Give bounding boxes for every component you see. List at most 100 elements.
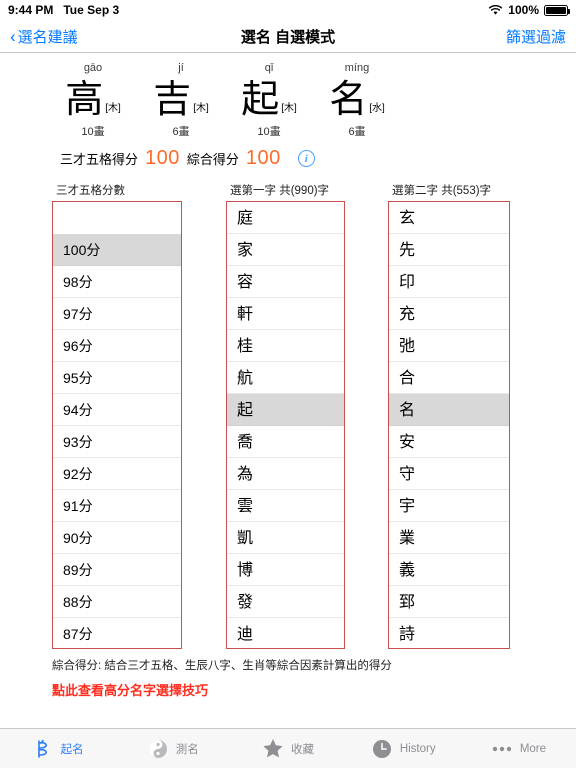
- name-character: 吉: [153, 77, 192, 121]
- picker-option[interactable]: 凱: [227, 522, 344, 554]
- overall-score-label: 綜合得分: [186, 152, 239, 167]
- overall-score-value: 100: [245, 147, 281, 169]
- picker-option[interactable]: 名: [389, 394, 509, 426]
- picker-option[interactable]: 91分: [53, 490, 181, 522]
- picker-option[interactable]: 95分: [53, 362, 181, 394]
- score-description: 綜合得分: 結合三才五格、生辰八字、生肖等綜合因素計算出的得分: [52, 660, 392, 672]
- picker-option[interactable]: 詩: [389, 618, 509, 648]
- back-button[interactable]: ‹ 選名建議: [10, 26, 78, 47]
- second-char-picker-column: 選第二字 共(553)字 玄先印充弛合名安守宇業義郅詩: [388, 182, 510, 649]
- name-character: 名: [329, 77, 368, 121]
- picker-option[interactable]: 印: [389, 266, 509, 298]
- picker-option[interactable]: 89分: [53, 554, 181, 586]
- picker-option[interactable]: 100分: [53, 234, 181, 266]
- picker-option[interactable]: 97分: [53, 298, 181, 330]
- app-screen: 9:44 PM Tue Sep 3 100% ‹ 選名建議 選名 自選模式 篩選…: [0, 0, 576, 768]
- picker-option[interactable]: 郅: [389, 586, 509, 618]
- first-char-picker-list[interactable]: 庭家容軒桂航起喬為雲凱博發迪: [226, 201, 345, 649]
- tab-label: More: [519, 742, 547, 755]
- picker-option[interactable]: 庭: [227, 202, 344, 234]
- first-char-picker-header: 選第一字 共(990)字: [230, 185, 330, 197]
- pinyin-label: jí: [178, 62, 184, 74]
- picker-option[interactable]: 88分: [53, 586, 181, 618]
- picker-option[interactable]: 容: [227, 266, 344, 298]
- element-label: [木]: [281, 103, 297, 114]
- filter-button[interactable]: 篩選過濾: [506, 26, 566, 47]
- picker-option[interactable]: 宇: [389, 490, 509, 522]
- picker-option[interactable]: 博: [227, 554, 344, 586]
- picker-option[interactable]: 守: [389, 458, 509, 490]
- picker-columns: 三才五格分數 100分 98分 97分 96分 95分 94分 93分 92分 91分 90分 89…: [0, 170, 576, 649]
- picker-option[interactable]: 雲: [227, 490, 344, 522]
- name-character-cell[interactable]: míng 名 [水] 6畫: [320, 61, 394, 139]
- status-date: Tue Sep 3: [63, 3, 120, 17]
- back-button-label: 選名建議: [17, 28, 78, 46]
- picker-option[interactable]: 94分: [53, 394, 181, 426]
- pinyin-label: qǐ: [264, 62, 274, 74]
- picker-option-blank: [53, 202, 181, 234]
- name-character-cell[interactable]: qǐ 起 [木] 10畫: [232, 61, 306, 139]
- picker-option[interactable]: 為: [227, 458, 344, 490]
- picker-option[interactable]: 航: [227, 362, 344, 394]
- tab-label: 測名: [175, 743, 199, 756]
- tab-analysis[interactable]: 測名: [115, 729, 230, 768]
- status-bar: 9:44 PM Tue Sep 3 100%: [0, 0, 576, 20]
- status-bar-left: 9:44 PM Tue Sep 3: [8, 3, 119, 17]
- picker-option[interactable]: 起: [227, 394, 344, 426]
- picker-option[interactable]: 義: [389, 554, 509, 586]
- second-char-picker-header: 選第二字 共(553)字: [392, 185, 492, 197]
- tips-link[interactable]: 點此查看高分名字選擇技巧: [52, 680, 208, 699]
- score-picker-list[interactable]: 100分 98分 97分 96分 95分 94分 93分 92分 91分 90分 89分 88分 87分: [52, 201, 182, 649]
- stroke-count-label: 10畫: [81, 126, 105, 138]
- name-character-cell[interactable]: gāo 高 [木] 10畫: [56, 61, 130, 139]
- element-label: [水]: [369, 103, 385, 114]
- stroke-count-label: 6畫: [348, 126, 366, 138]
- tab-label: 收藏: [291, 743, 314, 756]
- first-char-picker-column: 選第一字 共(990)字 庭家容軒桂航起喬為雲凱博發迪: [226, 182, 345, 649]
- score-row: 三才五格得分 100 綜合得分 100 i: [0, 139, 576, 170]
- navigation-bar: ‹ 選名建議 選名 自選模式 篩選過濾: [0, 20, 576, 53]
- battery-icon: [544, 4, 570, 16]
- picker-option[interactable]: 弛: [389, 330, 509, 362]
- tab-naming[interactable]: 起名: [0, 729, 115, 768]
- picker-option[interactable]: 安: [389, 426, 509, 458]
- picker-option[interactable]: 92分: [53, 458, 181, 490]
- picker-option[interactable]: 98分: [53, 266, 181, 298]
- page-title: 選名 自選模式: [240, 28, 336, 46]
- stroke-count-label: 10畫: [257, 126, 281, 138]
- picker-option[interactable]: 玄: [389, 202, 509, 234]
- picker-option[interactable]: 迪: [227, 618, 344, 648]
- picker-option[interactable]: 充: [389, 298, 509, 330]
- tab-label: History: [399, 742, 436, 755]
- picker-option[interactable]: 96分: [53, 330, 181, 362]
- name-character-cell[interactable]: jí 吉 [木] 6畫: [144, 61, 218, 139]
- second-char-picker-list[interactable]: 玄先印充弛合名安守宇業義郅詩: [388, 201, 510, 649]
- naming-icon: [32, 738, 54, 760]
- battery-percent: 100%: [508, 3, 539, 17]
- status-time: 9:44 PM: [8, 3, 54, 17]
- score-picker-column: 三才五格分數 100分 98分 97分 96分 95分 94分 93分 92分 91分 90分 89…: [52, 182, 182, 649]
- picker-option[interactable]: 家: [227, 234, 344, 266]
- character-line: 吉 [木]: [144, 75, 218, 121]
- picker-option[interactable]: 合: [389, 362, 509, 394]
- status-bar-right: 100%: [488, 3, 570, 17]
- picker-option[interactable]: 90分: [53, 522, 181, 554]
- picker-option[interactable]: 喬: [227, 426, 344, 458]
- info-icon[interactable]: i: [297, 150, 315, 167]
- footer-notes: 綜合得分: 結合三才五格、生辰八字、生肖等綜合因素計算出的得分 點此查看高分名字…: [0, 649, 576, 700]
- ellipsis-icon: [491, 738, 513, 760]
- picker-option[interactable]: 發: [227, 586, 344, 618]
- tab-favorites[interactable]: 收藏: [230, 729, 345, 768]
- picker-option[interactable]: 桂: [227, 330, 344, 362]
- wuge-score-label: 三才五格得分: [60, 152, 139, 167]
- pinyin-label: gāo: [83, 62, 103, 74]
- character-line: 名 [水]: [320, 75, 394, 121]
- picker-option[interactable]: 業: [389, 522, 509, 554]
- picker-option[interactable]: 先: [389, 234, 509, 266]
- picker-option[interactable]: 軒: [227, 298, 344, 330]
- wifi-icon: [488, 4, 503, 16]
- picker-option[interactable]: 93分: [53, 426, 181, 458]
- picker-option[interactable]: 87分: [53, 618, 181, 648]
- tab-more[interactable]: More: [461, 729, 576, 768]
- tab-history[interactable]: History: [346, 729, 461, 768]
